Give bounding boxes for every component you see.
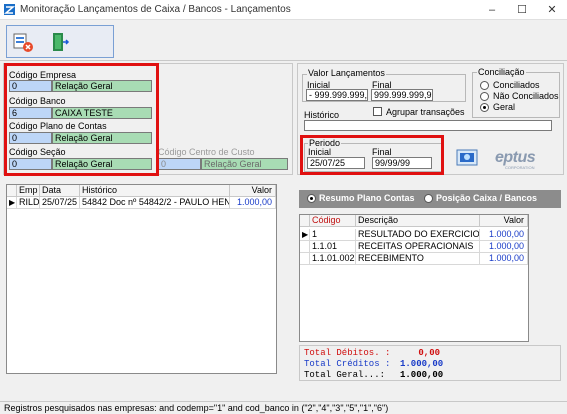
centro-custo-code-field[interactable]: 0 <box>158 158 201 170</box>
radio-nao-conciliados-label: Não Conciliados <box>493 91 559 101</box>
col-emp[interactable]: Emp <box>17 185 40 197</box>
agrupar-checkbox[interactable] <box>373 107 382 116</box>
cell-historico: 54842 Doc nº 54842/2 - PAULO HENR <box>80 197 230 209</box>
eptus-logo: eptus CORPORATION <box>495 149 555 171</box>
tab-bar: Resumo Plano Contas Posição Caixa / Banc… <box>299 190 561 208</box>
table-row[interactable]: 1.1.01.002 RECEBIMENTO 1.000,00 <box>300 253 528 265</box>
centro-custo-label: Código Centro de Custo <box>158 147 255 157</box>
lancamentos-grid[interactable]: Emp Data Histórico Valor ▶ RILD 25/07/25… <box>6 184 277 374</box>
title-bar: Monitoração Lançamentos de Caixa / Banco… <box>0 0 567 20</box>
cell-valor: 1.000,00 <box>230 197 276 209</box>
total-creditos-value: 1.000,00 <box>400 359 444 369</box>
centro-custo-desc-field: Relação Geral <box>201 158 288 170</box>
cell-codigo: 1.1.01 <box>310 241 356 253</box>
status-text: Registros pesquisados nas empresas: and … <box>4 403 389 413</box>
highlight-box-filters <box>4 63 159 176</box>
table-row[interactable]: 1.1.01 RECEITAS OPERACIONAIS 1.000,00 <box>300 241 528 253</box>
resumo-grid[interactable]: Código Descrição Valor ▶ 1 RESULTADO DO … <box>299 214 529 342</box>
cell-emp: RILD <box>17 197 40 209</box>
filter-clear-icon[interactable] <box>11 30 35 54</box>
radio-nao-conciliados[interactable] <box>480 92 489 101</box>
close-button[interactable]: ✕ <box>537 0 567 20</box>
tab-posicao[interactable]: Posição Caixa / Bancos <box>436 193 537 203</box>
cell-resumo-valor: 1.000,00 <box>480 229 528 241</box>
logo-subtext: CORPORATION <box>505 165 535 170</box>
historico-field[interactable] <box>304 120 552 131</box>
app-icon <box>4 4 15 15</box>
total-geral-value: 1.000,00 <box>400 370 444 380</box>
tab-resumo-radio[interactable] <box>307 194 316 203</box>
tab-resumo[interactable]: Resumo Plano Contas <box>319 193 415 203</box>
valor-group-label: Valor Lançamentos <box>307 68 386 78</box>
radio-conciliados-label: Conciliados <box>493 80 540 90</box>
radio-conciliados[interactable] <box>480 81 489 90</box>
cell-descricao: RECEITAS OPERACIONAIS <box>356 241 480 253</box>
cell-resumo-valor: 1.000,00 <box>480 253 528 265</box>
radio-geral[interactable] <box>480 103 489 112</box>
total-geral-label: Total Geral...: <box>304 370 386 380</box>
table-row[interactable]: ▶ 1 RESULTADO DO EXERCICIO 1.000,00 <box>300 229 528 241</box>
total-debitos-value: 0,00 <box>418 348 440 358</box>
minimize-button[interactable]: – <box>477 0 507 20</box>
col-historico[interactable]: Histórico <box>80 185 230 197</box>
totals-panel: Total Débitos. : 0,00 Total Créditos : 1… <box>299 345 561 381</box>
agrupar-label: Agrupar transações <box>386 107 465 117</box>
status-bar: Registros pesquisados nas empresas: and … <box>0 401 567 414</box>
toolbar <box>6 25 114 58</box>
exit-door-icon[interactable] <box>47 30 71 54</box>
tab-posicao-radio[interactable] <box>424 194 433 203</box>
row-indicator-icon: ▶ <box>300 229 310 241</box>
conciliacao-label: Conciliação <box>477 67 526 77</box>
highlight-box-periodo <box>300 135 444 175</box>
col-resumo-valor[interactable]: Valor <box>480 215 528 227</box>
cell-descricao: RESULTADO DO EXERCICIO <box>356 229 480 241</box>
maximize-button[interactable]: ☐ <box>507 0 537 20</box>
window-title: Monitoração Lançamentos de Caixa / Banco… <box>20 4 291 15</box>
cell-data: 25/07/25 <box>40 197 80 209</box>
total-debitos-label: Total Débitos. : <box>304 348 391 358</box>
col-data[interactable]: Data <box>40 185 80 197</box>
row-indicator-icon: ▶ <box>7 197 17 209</box>
separator <box>0 60 567 61</box>
total-creditos-label: Total Créditos : <box>304 359 391 369</box>
col-valor[interactable]: Valor <box>230 185 276 197</box>
cell-codigo: 1 <box>310 229 356 241</box>
cell-descricao: RECEBIMENTO <box>356 253 480 265</box>
cell-resumo-valor: 1.000,00 <box>480 241 528 253</box>
historico-label: Histórico <box>304 110 340 120</box>
search-report-icon[interactable] <box>456 148 478 168</box>
valor-final-field[interactable]: 999.999.999,99 <box>371 89 433 101</box>
col-codigo[interactable]: Código <box>310 215 356 227</box>
col-descricao[interactable]: Descrição <box>356 215 480 227</box>
radio-geral-label: Geral <box>493 102 516 112</box>
cell-codigo: 1.1.01.002 <box>310 253 356 265</box>
valor-inicial-field[interactable]: - 999.999.999,99 <box>306 89 368 101</box>
table-row[interactable]: ▶ RILD 25/07/25 54842 Doc nº 54842/2 - P… <box>7 197 276 209</box>
